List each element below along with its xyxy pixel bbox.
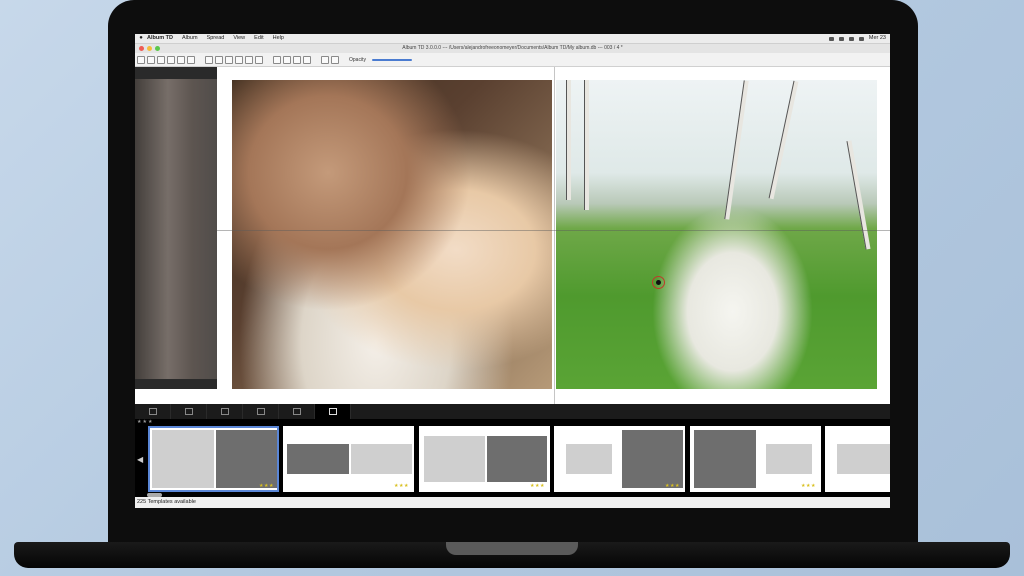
photo-couple-grass[interactable] — [556, 80, 877, 389]
template-rating: ★★★ — [259, 483, 274, 489]
window-controls — [139, 46, 160, 51]
menu-spread[interactable]: Spread — [207, 34, 225, 43]
tree-decor — [584, 80, 589, 210]
size-icon[interactable] — [293, 55, 301, 64]
template-rating: ★★★ — [801, 483, 816, 489]
tab-templates-1[interactable] — [135, 404, 171, 419]
app-screen: ● Album TD Album Spread View Edit Help M… — [135, 34, 890, 508]
mouse-cursor-icon — [656, 280, 661, 285]
tree-decor — [566, 80, 571, 200]
tree-decor — [846, 140, 871, 250]
status-area: Mer 23 — [828, 34, 890, 43]
tool-frame3-icon[interactable] — [167, 55, 175, 64]
window-title: Album TD 3.0.0.0 --- /Users/alejandrofre… — [402, 45, 623, 51]
template-thumb[interactable]: ★★★ — [148, 426, 279, 492]
template-icon — [328, 408, 337, 415]
template-thumb[interactable]: ★★★ — [554, 426, 685, 492]
toolbar: Opacity — [135, 53, 890, 67]
rotate-icon[interactable] — [321, 55, 329, 64]
opacity-slider[interactable] — [371, 58, 412, 61]
template-icon — [256, 408, 265, 415]
spread-canvas[interactable] — [135, 67, 890, 437]
tree-decor — [768, 80, 799, 200]
battery-icon[interactable] — [848, 36, 854, 41]
template-icon — [292, 408, 301, 415]
template-thumb[interactable] — [825, 426, 890, 492]
wifi-icon[interactable] — [838, 36, 844, 41]
scroll-left-icon[interactable]: ◀ — [137, 455, 143, 464]
template-panel-tabs — [135, 404, 890, 419]
template-thumb[interactable]: ★★★ — [419, 426, 550, 492]
previous-page-photo[interactable] — [135, 79, 217, 379]
align-right-icon[interactable] — [225, 55, 233, 64]
tree-decor — [724, 80, 749, 220]
tool-crop-icon[interactable] — [177, 55, 185, 64]
tab-templates-3[interactable] — [207, 404, 243, 419]
layers-icon[interactable] — [303, 55, 311, 64]
tab-templates-2[interactable] — [171, 404, 207, 419]
template-icon — [220, 408, 229, 415]
align-center-icon[interactable] — [215, 55, 223, 64]
minimize-icon[interactable] — [147, 46, 152, 51]
zoom-icon[interactable] — [155, 46, 160, 51]
previous-page[interactable] — [135, 67, 217, 389]
close-icon[interactable] — [139, 46, 144, 51]
delete-icon[interactable] — [331, 55, 339, 64]
menu-help[interactable]: Help — [273, 34, 284, 43]
mac-menubar: ● Album TD Album Spread View Edit Help M… — [135, 34, 890, 44]
align-middle-icon[interactable] — [245, 55, 253, 64]
menu-view[interactable]: View — [233, 34, 245, 43]
template-strip: ★★★ ◀ ★★★ ★★★ ★★★ ★★★ ★★★ — [135, 419, 890, 497]
template-icon — [148, 408, 157, 415]
tab-templates-6[interactable] — [315, 404, 351, 419]
tool-expand-icon[interactable] — [187, 55, 195, 64]
align-top-icon[interactable] — [235, 55, 243, 64]
tab-templates-4[interactable] — [243, 404, 279, 419]
distribute-icon[interactable] — [273, 55, 281, 64]
menu-album[interactable]: Album — [182, 34, 198, 43]
distribute-v-icon[interactable] — [283, 55, 291, 64]
menu-edit[interactable]: Edit — [254, 34, 263, 43]
rating-filter[interactable]: ★★★ — [137, 419, 153, 425]
apple-icon[interactable]: ● — [135, 34, 147, 43]
align-bottom-icon[interactable] — [255, 55, 263, 64]
template-thumb[interactable]: ★★★ — [283, 426, 414, 492]
status-bar: 225 Templates available — [135, 497, 890, 508]
tool-frame2-icon[interactable] — [157, 55, 165, 64]
photo-couple-kiss[interactable] — [232, 80, 552, 389]
status-icon[interactable] — [828, 36, 834, 41]
window-titlebar: Album TD 3.0.0.0 --- /Users/alejandrofre… — [135, 44, 890, 53]
tab-templates-5[interactable] — [279, 404, 315, 419]
tool-grid-icon[interactable] — [137, 55, 145, 64]
laptop-notch — [446, 542, 578, 555]
clock[interactable]: Mer 23 — [869, 34, 886, 43]
tool-frame-icon[interactable] — [147, 55, 155, 64]
template-rating: ★★★ — [665, 483, 680, 489]
align-left-icon[interactable] — [205, 55, 213, 64]
flag-icon[interactable] — [858, 36, 864, 41]
template-rating: ★★★ — [530, 483, 545, 489]
template-icon — [184, 408, 193, 415]
template-rating: ★★★ — [394, 483, 409, 489]
template-thumb[interactable]: ★★★ — [690, 426, 821, 492]
opacity-label: Opacity — [349, 56, 366, 63]
templates-count: 225 Templates available — [137, 499, 196, 505]
guide-vertical — [554, 67, 555, 437]
menu-album-td[interactable]: Album TD — [147, 34, 173, 43]
